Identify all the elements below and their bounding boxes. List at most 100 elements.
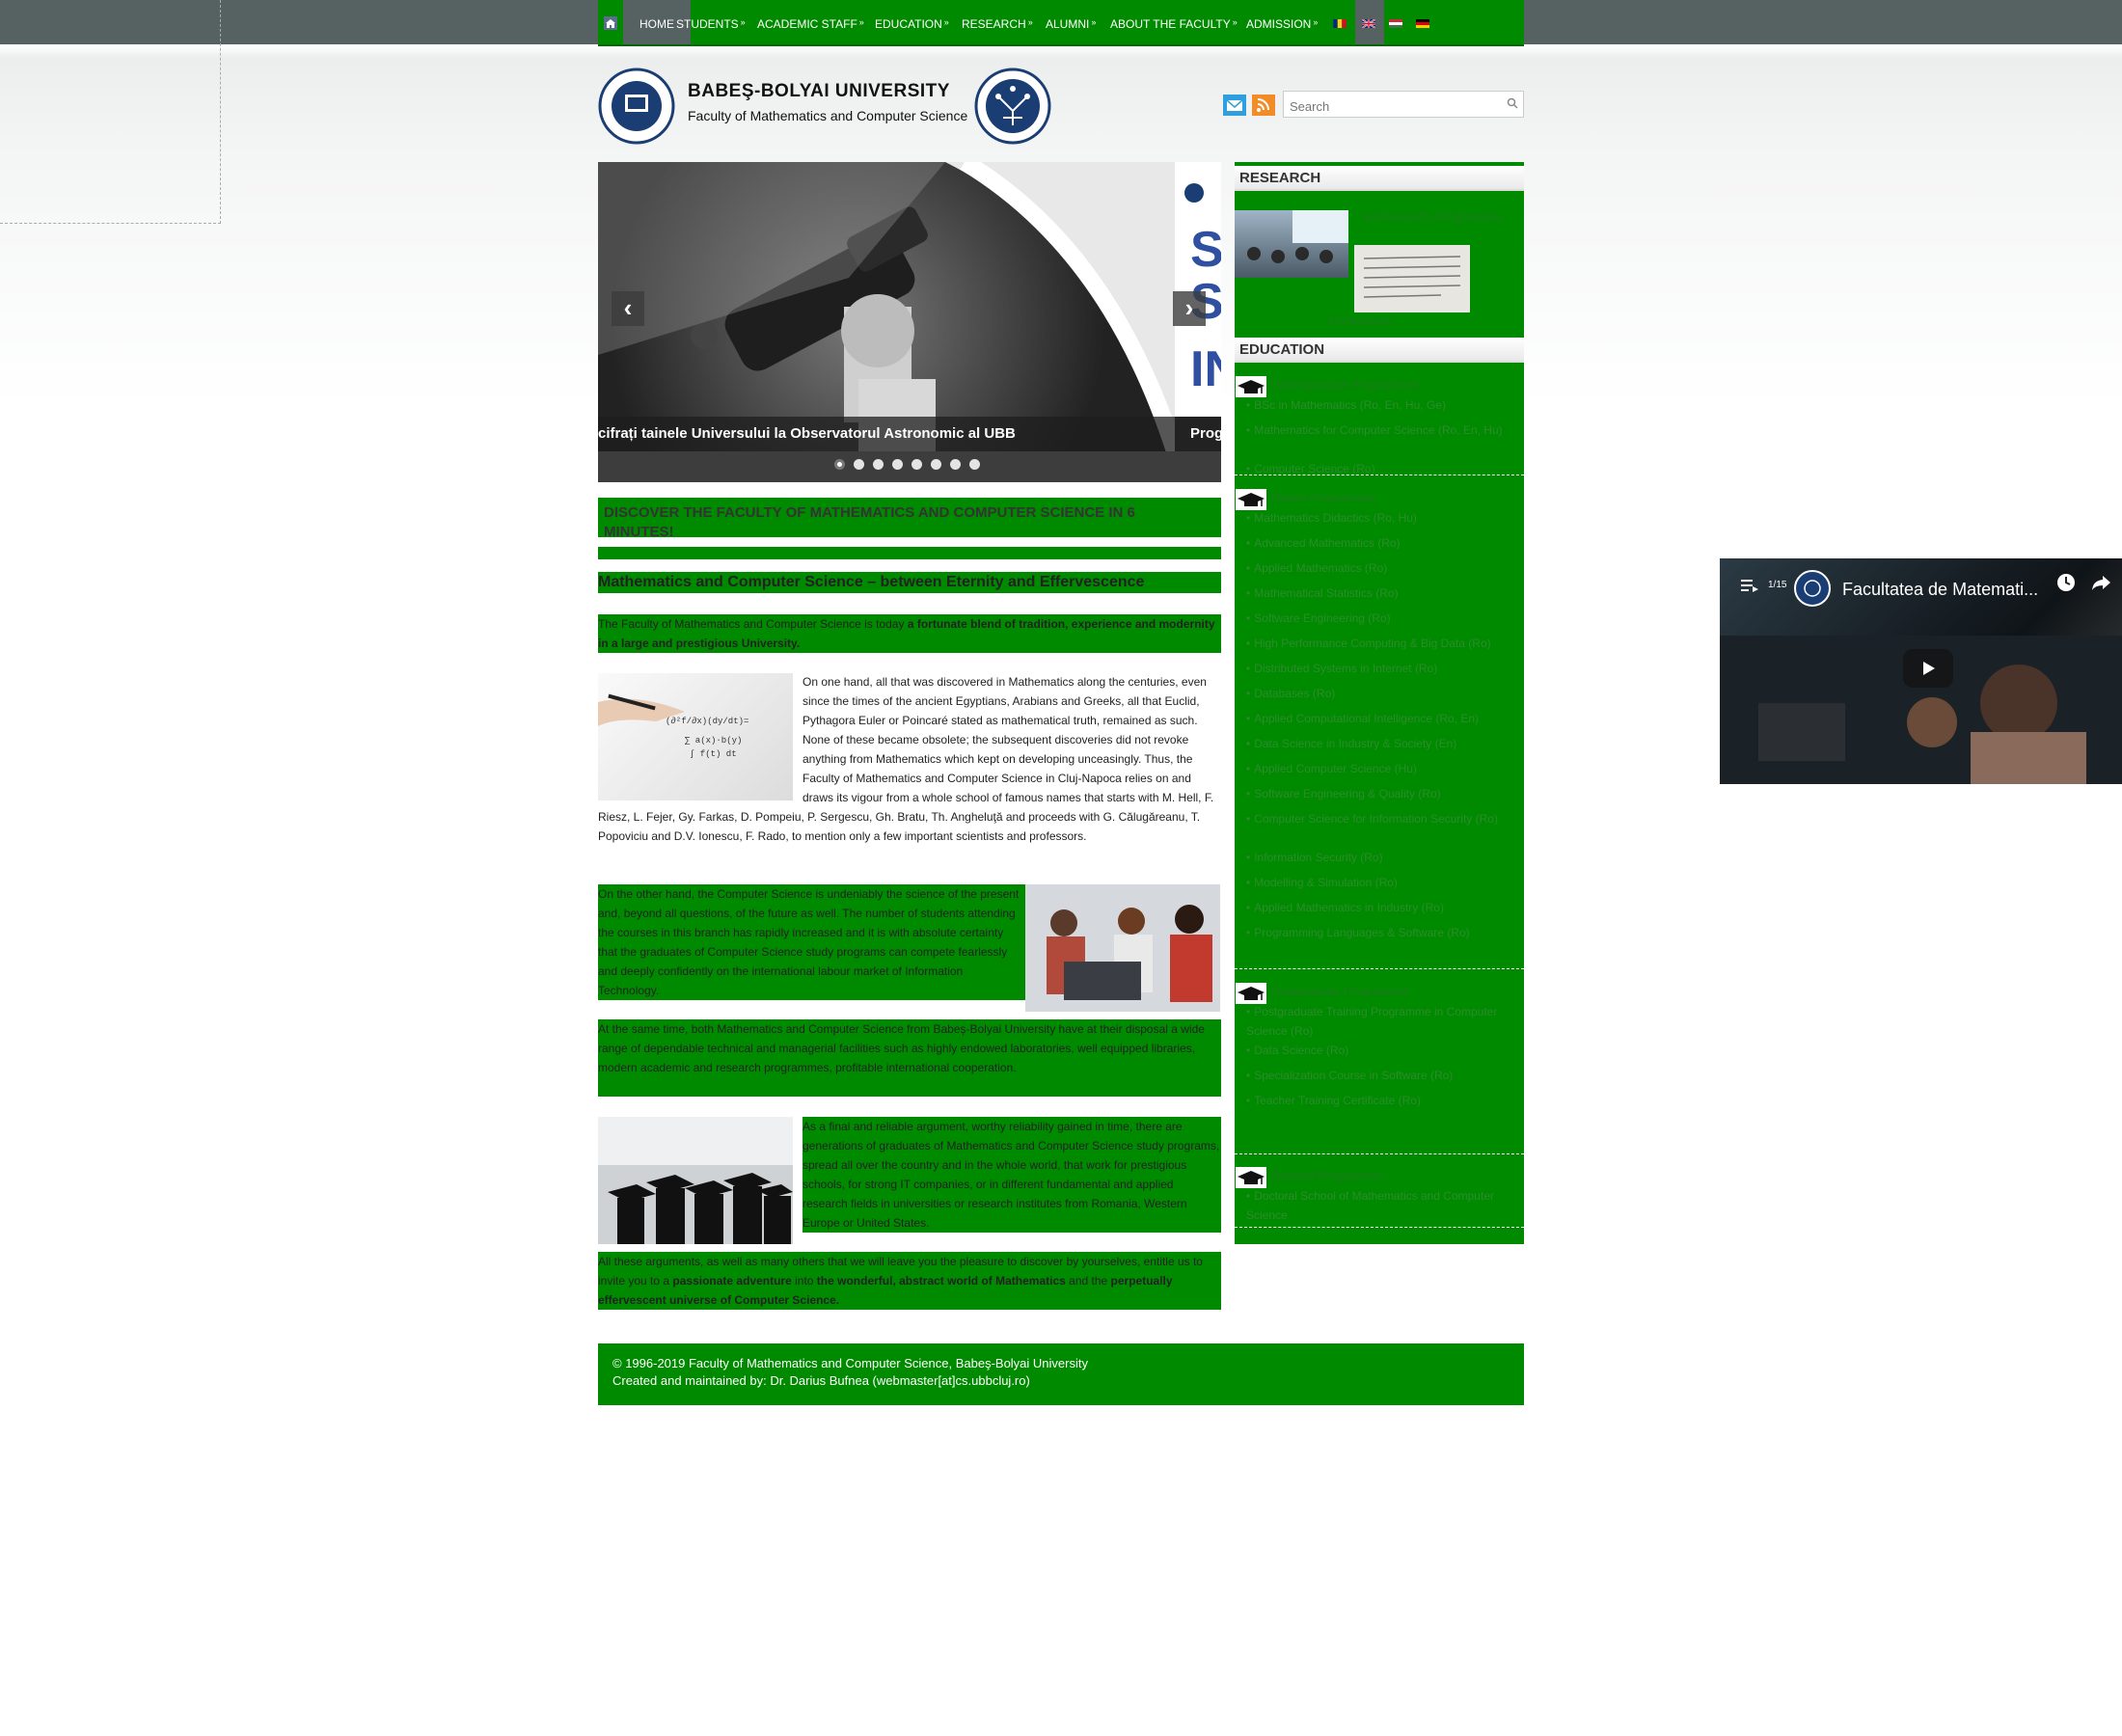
education-program-link[interactable]: Mathematical Statistics (Ro) [1246,583,1516,603]
svg-text:∫ f(t) dt: ∫ f(t) dt [690,749,737,759]
education-program-link[interactable]: Doctoral School of Mathematics and Compu… [1246,1186,1516,1225]
education-program-link[interactable]: Distributed Systems in Internet (Ro) [1246,659,1516,678]
footer-credits: Created and maintained by: Dr. Darius Bu… [612,1373,1030,1388]
nav-label: RESEARCH [962,17,1026,31]
graduates-image [598,1117,793,1244]
flag-de-icon[interactable] [1416,19,1429,28]
intro-paragraph: The Faculty of Mathematics and Computer … [598,614,1221,653]
university-name[interactable]: BABEŞ-BOLYAI UNIVERSITY [688,81,950,102]
slider-dot[interactable] [873,459,884,470]
slider-prev-button[interactable]: ‹ [612,291,644,326]
graduation-cap-icon [1236,376,1266,397]
flag-hu-icon[interactable] [1389,19,1402,28]
slider-dot[interactable] [931,459,941,470]
nav-label: STUDENTS [676,17,739,31]
playlist-counter: 1/15 [1768,580,1787,590]
university-logo[interactable] [598,68,1061,145]
email-icon[interactable] [1223,95,1246,116]
education-program-link[interactable]: Data Science (Ro) [1246,1041,1516,1060]
video-player[interactable]: 1/15 Facultatea de Matemati... [1720,558,2122,784]
education-program-link[interactable]: Programming Languages & Software (Ro) [1246,923,1516,942]
nav-students[interactable]: STUDENTS» [676,0,746,44]
math-formula-image: (∂²f/∂x)(dy/dt)= ∑ a(x)·b(y) ∫ f(t) dt [598,673,793,800]
flag-en-icon[interactable] [1362,19,1375,28]
education-program-link[interactable]: BSc in Mathematics (Ro, En, Hu, Ge) [1246,395,1516,415]
rss-icon[interactable] [1252,95,1275,116]
search-icon[interactable] [1507,97,1518,109]
education-program-link[interactable]: Postgraduate Training Programme in Compu… [1246,1002,1516,1041]
slider-dot[interactable] [969,459,980,470]
nav-education[interactable]: EDUCATION» [875,0,949,44]
slider-dot[interactable] [950,459,961,470]
nav-academic-staff[interactable]: ACADEMIC STAFF» [757,0,864,44]
education-program-link[interactable]: Mathematics for Computer Science (Ro, En… [1246,420,1516,440]
slider-dot[interactable] [834,459,845,470]
flag-ro-icon[interactable] [1333,19,1347,28]
education-program-link[interactable]: Applied Mathematics (Ro) [1246,558,1516,578]
education-program-link[interactable]: Software Engineering & Quality (Ro) [1246,784,1516,803]
education-program-link[interactable]: Specialization Course in Software (Ro) [1246,1066,1516,1085]
invitation-highlight: the wonderful, abstract world of Mathema… [816,1274,1066,1288]
education-program-link[interactable]: Applied Computational Intelligence (Ro, … [1246,709,1516,728]
divider [1235,1153,1524,1154]
nav-label: ABOUT THE FACULTY [1110,17,1231,31]
video-title[interactable]: Facultatea de Matemati... [1842,580,2038,600]
slider-dot[interactable] [911,459,922,470]
faculty-name[interactable]: Faculty of Mathematics and Computer Scie… [688,108,967,123]
divider [598,537,1221,547]
main-navigation: HOME STUDENTS» ACADEMIC STAFF» EDUCATION… [598,0,1524,46]
nav-about-faculty[interactable]: ABOUT THE FACULTY» [1110,0,1238,44]
publications-image[interactable] [1354,245,1470,312]
divider [1235,1227,1524,1228]
image-slider: S S IN cifrați tainele Universului la Ob… [598,162,1221,482]
channel-avatar[interactable] [1794,570,1831,607]
home-icon[interactable] [598,0,623,44]
footer-copyright: © 1996-2019 Faculty of Mathematics and C… [612,1356,1088,1370]
invitation-text: into [791,1274,817,1288]
education-category-title[interactable]: Doctoral Programmes [1271,1169,1384,1182]
slider-dot[interactable] [854,459,864,470]
slider-dot[interactable] [892,459,903,470]
nav-alumni[interactable]: ALUMNI» [1046,0,1096,44]
education-program-link[interactable]: Data Science in Industry & Society (En) [1246,734,1516,753]
facilities-paragraph: At the same time, both Mathematics and C… [598,1019,1221,1097]
education-category-title[interactable]: Undergraduate Programmes [1271,378,1418,392]
education-program-link[interactable]: Computer Science for Information Securit… [1246,809,1516,828]
education-program-link[interactable]: Modelling & Simulation (Ro) [1246,873,1516,892]
research-heading: RESEARCH [1235,166,1524,191]
publications-link[interactable]: Publications [1329,314,1392,328]
education-program-link[interactable]: Applied Computer Science (Hu) [1246,759,1516,778]
education-program-link[interactable]: Advanced Mathematics (Ro) [1246,533,1516,553]
play-button[interactable] [1903,649,1953,688]
education-program-link[interactable]: Information Security (Ro) [1246,848,1516,867]
education-category-title[interactable]: Master Programmes [1271,491,1376,504]
slide-image-telescope[interactable] [598,162,1175,451]
education-program-link[interactable]: Databases (Ro) [1246,684,1516,703]
share-icon[interactable] [2090,572,2111,593]
education-program-link[interactable]: Computer Science (Ro) [1246,459,1516,478]
svg-text:S: S [1190,222,1221,278]
education-program-link[interactable]: Teacher Training Certificate (Ro) [1246,1091,1516,1110]
intro-text: The Faculty of Mathematics and Computer … [598,617,908,631]
chevron-icon: » [1313,17,1319,27]
nav-research[interactable]: RESEARCH» [962,0,1033,44]
nav-label: ACADEMIC STAFF [757,17,857,31]
education-category-title[interactable]: Postgraduate Programmes [1271,985,1409,998]
chevron-icon: » [858,17,864,27]
search-input[interactable] [1283,91,1524,118]
education-program-link[interactable]: Applied Mathematics in Industry (Ro) [1246,898,1516,917]
slide-caption[interactable]: cifrați tainele Universului la Observato… [598,417,1175,451]
slide-caption-next[interactable]: Prog [1175,417,1221,451]
watch-later-icon[interactable] [2055,572,2077,593]
research-programmes-link[interactable]: Sci Research, Programmes [1362,210,1521,224]
education-program-link[interactable]: High Performance Computing & Big Data (R… [1246,634,1516,653]
nav-admission[interactable]: ADMISSION» [1246,0,1318,44]
playlist-icon[interactable] [1741,578,1758,593]
education-program-link[interactable]: Software Engineering (Ro) [1246,609,1516,628]
graduates-paragraph: As a final and reliable argument, worthy… [803,1117,1221,1233]
graduation-cap-icon [1236,1167,1266,1188]
research-conference-image[interactable] [1235,210,1348,278]
slider-next-button[interactable]: › [1173,291,1206,326]
education-program-link[interactable]: Mathematics Didactics (Ro, Hu) [1246,508,1516,528]
discover-title[interactable]: DISCOVER THE FACULTY OF MATHEMATICS AND … [604,503,1202,542]
